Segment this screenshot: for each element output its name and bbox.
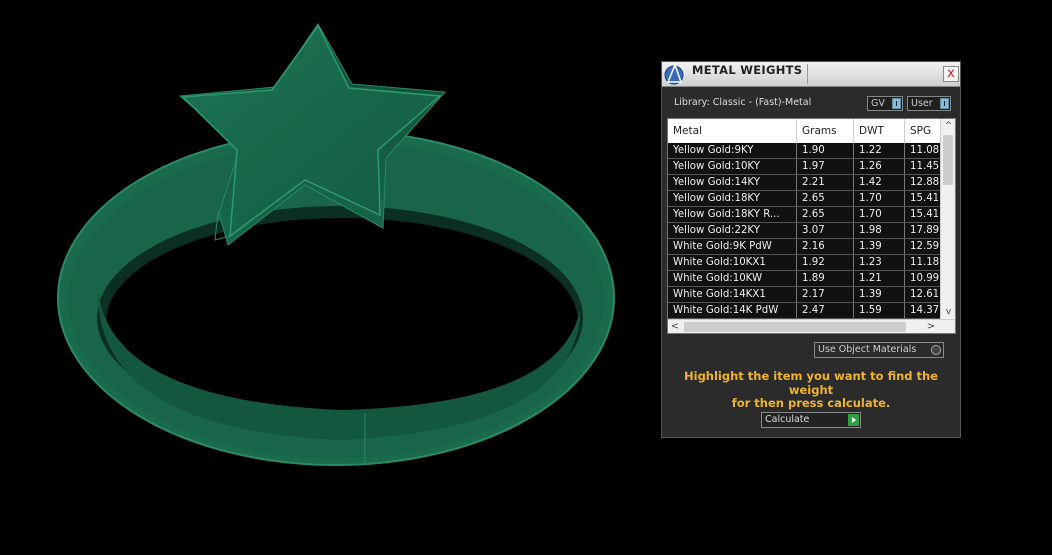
ring-model [57,23,615,466]
calculate-label: Calculate [765,414,810,425]
table-cell-metal: White Gold:14K PdW [668,303,797,318]
table-cell-grams: 2.47 [797,303,854,318]
table-cell-metal: Yellow Gold:10KY [668,159,797,174]
table-cell-dwt: 1.23 [854,255,905,270]
table-cell-spg: 10.99 [905,271,940,286]
table-cell-grams: 1.89 [797,271,854,286]
table-row[interactable]: White Gold:14K PdW 2.47 1.59 14.37 [668,303,940,319]
table-row[interactable]: Yellow Gold:18KY 2.65 1.70 15.41 [668,191,940,207]
table-cell-dwt: 1.39 [854,287,905,302]
table-row[interactable]: Yellow Gold:22KY 3.07 1.98 17.89 [668,223,940,239]
table-cell-grams: 1.92 [797,255,854,270]
vertical-scrollbar[interactable]: ^ v [940,119,955,319]
table-cell-dwt: 1.98 [854,223,905,238]
table-row[interactable]: Yellow Gold:10KY 1.97 1.26 11.45 [668,159,940,175]
table-cell-metal: Yellow Gold:22KY [668,223,797,238]
table-row[interactable]: White Gold:14KX1 2.17 1.39 12.61 [668,287,940,303]
table-cell-metal: White Gold:14KX1 [668,287,797,302]
scroll-up-icon[interactable]: ^ [941,119,955,133]
title-bar[interactable]: METAL WEIGHTS x [662,62,960,87]
table-row[interactable]: White Gold:10KW 1.89 1.21 10.99 [668,271,940,287]
table-cell-spg: 12.59 [905,239,940,254]
table-cell-grams: 1.97 [797,159,854,174]
table-cell-spg: 12.88 [905,175,940,190]
table-cell-spg: 11.08 [905,143,940,158]
title-divider [807,64,808,84]
calculate-button[interactable]: Calculate [761,412,861,428]
table-cell-dwt: 1.39 [854,239,905,254]
toggle-knob-icon [892,98,901,109]
table-cell-dwt: 1.70 [854,191,905,206]
material-dropdown-label: Use Object Materials [818,344,917,355]
table-cell-dwt: 1.70 [854,207,905,222]
instruction-text: Highlight the item you want to find the … [662,369,960,411]
app-logo-icon [663,62,687,85]
table-header: Metal Grams DWT SPG [668,119,940,143]
column-header-grams[interactable]: Grams [797,119,854,143]
table-cell-metal: Yellow Gold:9KY [668,143,797,158]
scroll-left-icon[interactable]: < [668,320,682,333]
gv-toggle-label: GV [871,98,885,109]
toggle-knob-icon [940,98,949,109]
horizontal-scrollbar[interactable]: < > [668,319,955,333]
table-cell-spg: 14.37 [905,303,940,318]
user-toggle[interactable]: User [907,96,951,111]
play-arrow-icon [848,414,859,426]
table-row[interactable]: White Gold:9K PdW 2.16 1.39 12.59 [668,239,940,255]
dropdown-toggle-icon [931,345,941,355]
table-cell-spg: 12.61 [905,287,940,302]
instruction-line-1: Highlight the item you want to find the … [684,369,938,397]
table-cell-metal: Yellow Gold:18KY [668,191,797,206]
table-cell-grams: 2.21 [797,175,854,190]
table-cell-metal: White Gold:10KW [668,271,797,286]
3d-viewport[interactable] [0,0,655,551]
table-cell-grams: 2.17 [797,287,854,302]
table-row[interactable]: Yellow Gold:18KY R... 2.65 1.70 15.41 [668,207,940,223]
table-cell-dwt: 1.26 [854,159,905,174]
table-row[interactable]: Yellow Gold:14KY 2.21 1.42 12.88 [668,175,940,191]
scroll-down-icon[interactable]: v [941,305,955,319]
metal-weights-panel: METAL WEIGHTS x Library: Classic - (Fast… [661,61,961,438]
table-cell-spg: 11.18 [905,255,940,270]
table-row[interactable]: White Gold:10KX1 1.92 1.23 11.18 [668,255,940,271]
table-cell-spg: 15.41 [905,207,940,222]
table-cell-spg: 15.41 [905,191,940,206]
scroll-right-icon[interactable]: > [924,320,938,333]
table-cell-spg: 17.89 [905,223,940,238]
column-header-dwt[interactable]: DWT [854,119,905,143]
table-cell-metal: Yellow Gold:14KY [668,175,797,190]
table-cell-grams: 2.16 [797,239,854,254]
table-cell-dwt: 1.21 [854,271,905,286]
window-title: METAL WEIGHTS [692,63,803,77]
material-dropdown[interactable]: Use Object Materials [814,342,944,358]
table-cell-dwt: 1.22 [854,143,905,158]
library-label: Library: Classic - (Fast)-Metal [674,97,812,108]
table-cell-grams: 1.90 [797,143,854,158]
instruction-line-2: for then press calculate. [731,396,891,410]
gv-toggle[interactable]: GV [867,96,903,111]
table-cell-spg: 11.45 [905,159,940,174]
table-body: Yellow Gold:9KY 1.90 1.22 11.08 Yellow Gold:… [668,143,940,319]
column-header-spg[interactable]: SPG [905,119,945,143]
scroll-thumb[interactable] [943,135,953,185]
table-cell-metal: White Gold:10KX1 [668,255,797,270]
table-cell-metal: Yellow Gold:18KY R... [668,207,797,222]
table-cell-dwt: 1.42 [854,175,905,190]
table-cell-grams: 2.65 [797,191,854,206]
table-cell-dwt: 1.59 [854,303,905,318]
column-header-metal[interactable]: Metal [668,119,797,143]
scroll-thumb[interactable] [684,322,906,332]
table-cell-metal: White Gold:9K PdW [668,239,797,254]
user-toggle-label: User [911,98,933,109]
table-cell-grams: 2.65 [797,207,854,222]
close-icon[interactable]: x [943,66,959,82]
table-cell-grams: 3.07 [797,223,854,238]
metal-table[interactable]: Metal Grams DWT SPG Yellow Gold:9KY 1.90 1… [667,118,956,334]
table-row[interactable]: Yellow Gold:9KY 1.90 1.22 11.08 [668,143,940,159]
